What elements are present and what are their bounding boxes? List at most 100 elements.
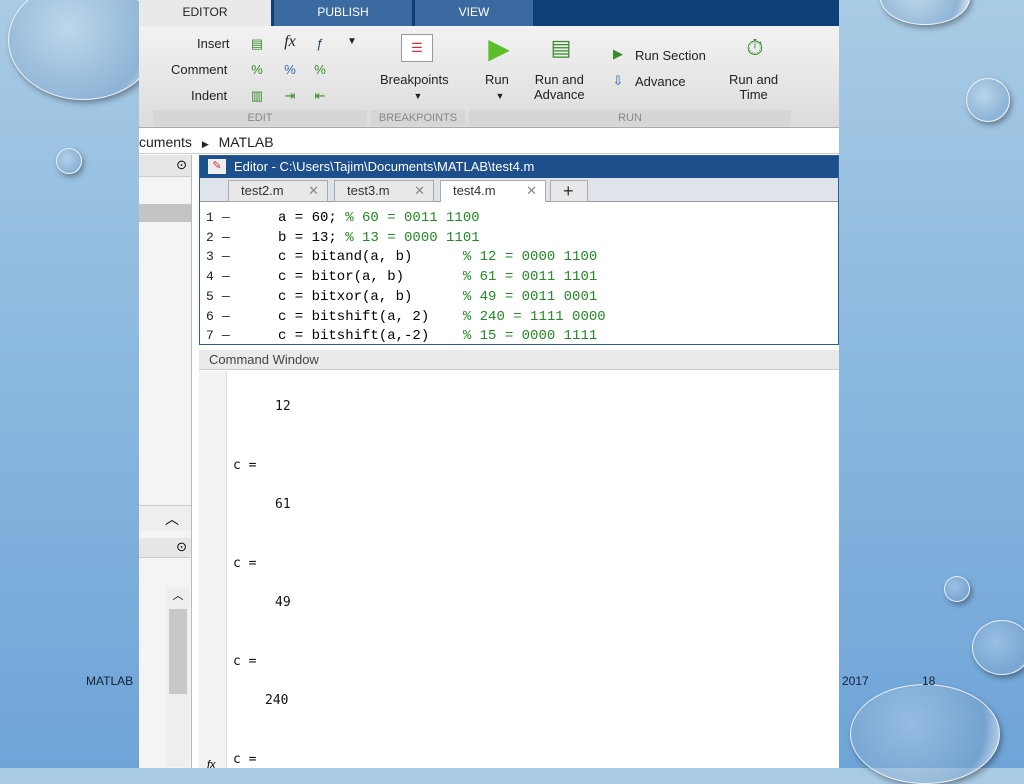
editor-tabs: test2.m ✕ test3.m ✕ test4.m ✕ + [200,178,838,202]
breadcrumb-item[interactable]: cuments [139,134,192,150]
breakpoint-marker[interactable]: — [222,289,230,304]
new-tab-button[interactable]: + [550,180,588,202]
breakpoint-marker[interactable]: — [222,328,230,343]
code-comment: % 49 = 0011 0001 [462,288,598,305]
comment-button[interactable]: Comment [171,62,227,77]
advance-icon[interactable]: ⇩ [609,73,627,89]
collapse-button[interactable]: ︿ [139,505,191,531]
code-line[interactable]: c = bitor(a, b) % 61 = 0011 1101 [278,269,597,285]
tab-test3[interactable]: test3.m ✕ [334,180,434,202]
run-section-button[interactable]: Run Section [635,48,706,63]
decrease-indent-icon[interactable]: ⇤ [311,88,329,104]
tab-editor[interactable]: EDITOR [139,0,271,26]
run-and-advance-icon[interactable]: ▤ [547,34,575,62]
output-line: c = [233,654,257,669]
code-comment: % 15 = 0000 1111 [462,328,598,345]
chevron-down-icon: ▼ [413,91,423,101]
section-run: RUN [469,110,791,126]
tab-test4[interactable]: test4.m ✕ [440,180,546,202]
output-line: c = [233,458,257,473]
line-number: 4 [206,269,214,285]
code-comment: % 240 = 1111 0000 [462,308,606,325]
water-drop [56,148,82,174]
breadcrumb-item[interactable]: MATLAB [219,134,274,150]
uncomment-icon[interactable]: % [281,62,299,78]
editor-panel: ✎ Editor - C:\Users\Tajim\Documents\MATLA… [199,155,839,345]
breakpoints-button[interactable]: Breakpoints [380,72,449,87]
code-text: a = 60; [278,210,346,226]
run-and-advance-button[interactable]: Run and Advance [534,72,585,102]
command-window-title: Command Window [199,350,839,370]
close-icon[interactable]: ✕ [308,181,319,201]
comment-icon[interactable]: % [248,62,266,78]
insert-section-icon[interactable]: ▤ [248,36,266,52]
code-line[interactable]: c = bitand(a, b) % 12 = 0000 1100 [278,249,597,265]
line-number: 7 [206,328,214,344]
tab-test2[interactable]: test2.m ✕ [228,180,328,202]
fx-prompt-icon: fx [207,759,216,768]
line-number: 2 [206,229,214,245]
editor-title: ✎ Editor - C:\Users\Tajim\Documents\MATLA… [200,156,838,178]
code-text: c = bitand(a, b) [278,249,463,266]
water-drop [850,684,1000,784]
code-line[interactable]: c = bitxor(a, b) % 49 = 0011 0001 [278,289,597,305]
tab-label: test2.m [241,183,284,198]
scrollbar[interactable]: ︿ [167,587,189,767]
code-line[interactable]: c = bitshift(a,-2) % 15 = 0000 1111 [278,328,597,344]
breakpoint-marker[interactable]: — [222,249,230,264]
code-comment: % 13 = 0000 1101 [345,229,480,246]
close-icon[interactable]: ✕ [526,181,537,201]
run-section-icon[interactable]: ▶ [609,46,627,62]
code-comment: % 60 = 0011 1100 [345,210,480,226]
breakpoint-marker[interactable]: — [222,269,230,284]
chevron-down-icon[interactable]: ▼ [343,34,361,50]
line-number: 6 [206,308,214,324]
ribbon-tabs: EDITOR PUBLISH VIEW [139,0,839,26]
tab-publish[interactable]: PUBLISH [274,0,412,26]
close-icon[interactable]: ✕ [414,181,425,201]
command-gutter: fx [199,371,227,768]
tab-label: test4.m [453,183,496,198]
run-and-time-button[interactable]: Run and Time [729,72,778,102]
selected-row[interactable] [139,204,191,222]
increase-indent-icon[interactable]: ⇥ [281,88,299,104]
panel-header: ⊙ [139,155,191,177]
section-breakpoints: BREAKPOINTS [371,110,465,126]
water-drop [972,620,1024,675]
output-line: c = [233,752,257,767]
footer-page-number: 18 [922,674,936,688]
advance-button[interactable]: Advance [635,74,686,89]
command-window: Command Window fx 12 c = 61 c = 49 c = 2… [199,350,839,768]
code-line[interactable]: b = 13; % 13 = 0000 1101 [278,230,480,246]
run-icon[interactable]: ▶ [485,34,513,64]
footer-title: MATLAB [86,674,134,688]
wrap-comment-icon[interactable]: % [311,62,329,78]
breakpoints-icon[interactable]: ☰ [401,34,433,62]
indent-button[interactable]: Indent [191,88,227,103]
smart-indent-icon[interactable]: ▥ [248,88,266,104]
code-line[interactable]: a = 60; % 60 = 0011 1100 [278,210,480,226]
breadcrumb: cuments ▶ MATLAB [139,130,839,154]
line-number: 3 [206,249,214,265]
water-drop [944,576,970,602]
insert-button[interactable]: Insert [197,36,230,51]
code-line[interactable]: c = bitshift(a, 2) % 240 = 1111 0000 [278,309,606,325]
breakpoint-marker[interactable]: — [222,230,230,245]
scrollbar-thumb[interactable] [169,609,187,694]
run-button[interactable]: Run [485,72,509,87]
fx-icon[interactable]: fx [281,34,299,50]
matlab-screenshot: EDITOR PUBLISH VIEW Insert Comment Inden… [139,0,839,768]
tab-label: test3.m [347,183,390,198]
tab-view[interactable]: VIEW [415,0,533,26]
breakpoint-marker[interactable]: — [222,309,230,324]
output-line: 61 [275,497,291,512]
panel-header: ⊙ [139,538,191,558]
run-and-time-icon[interactable]: ⏱ [741,34,769,62]
panel-menu-icon[interactable]: ⊙ [176,539,187,555]
editor-icon: ✎ [208,159,226,174]
code-comment: % 12 = 0000 1100 [462,249,598,266]
code-text: c = bitshift(a, 2) [278,308,463,325]
function-icon[interactable]: ƒ [311,36,329,52]
panel-menu-icon[interactable]: ⊙ [176,157,187,173]
breakpoint-marker[interactable]: — [222,210,230,225]
